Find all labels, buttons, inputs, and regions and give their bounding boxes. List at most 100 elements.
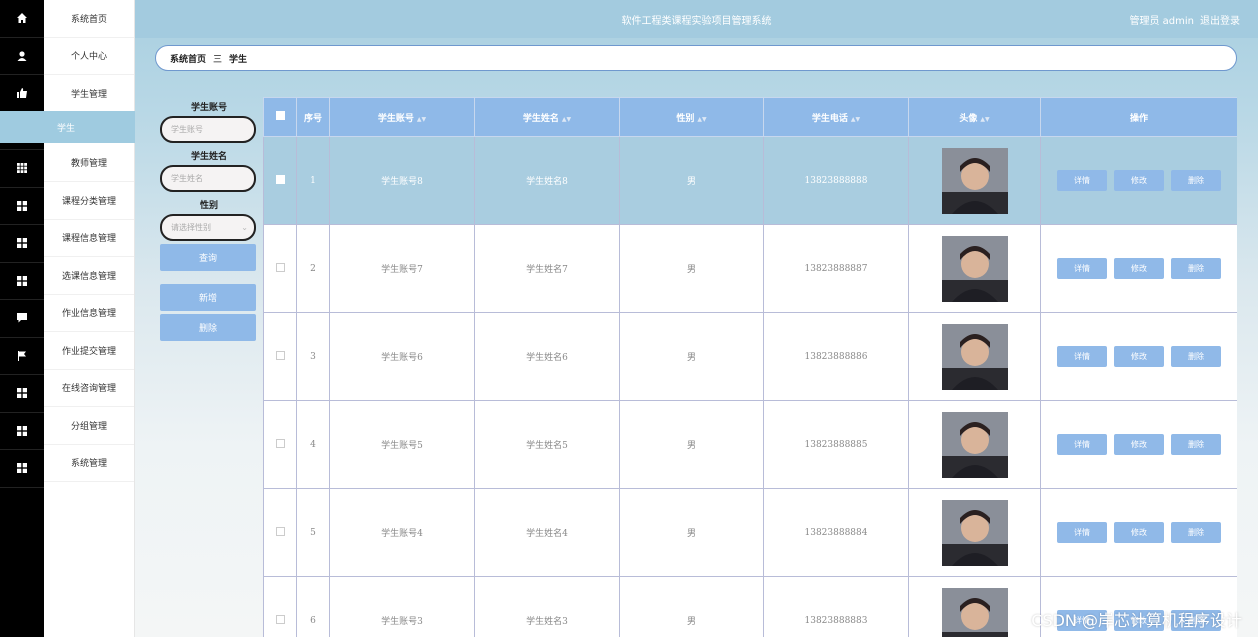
sidebar-item-home[interactable]: 系统首页 [44, 0, 134, 38]
row-delete-button[interactable]: 删除 [1171, 522, 1221, 543]
detail-button[interactable]: 详情 [1057, 346, 1107, 367]
header-phone[interactable]: 学生电话 ▲▼ [763, 97, 909, 137]
apps-icon[interactable] [0, 263, 44, 300]
gender-filter-select[interactable]: 请选择性别 ⌄ [160, 214, 256, 241]
sidebar-item-course-selection[interactable]: 选课信息管理 [44, 257, 134, 295]
table-body: 1 学生账号8 学生姓名8 男 13823888888 详情 修改 删除 2 学… [263, 136, 1237, 637]
add-button[interactable]: 新增 [160, 284, 256, 311]
delete-button[interactable]: 删除 [160, 314, 256, 341]
header-account-label: 学生账号 [377, 113, 414, 124]
row-checkbox[interactable] [275, 526, 285, 536]
apps-icon[interactable] [0, 450, 44, 488]
breadcrumb-separator: 三 [213, 54, 223, 65]
app-title: 软件工程类课程实验项目管理系统 [621, 15, 772, 27]
row-checkbox[interactable] [275, 262, 285, 272]
header-index: 序号 [296, 97, 330, 137]
table-row[interactable]: 4 学生账号5 学生姓名5 男 13823888885 详情 修改 删除 [263, 400, 1237, 489]
apps-icon[interactable] [0, 413, 44, 450]
home-icon[interactable] [0, 0, 44, 38]
sidebar-item-groups[interactable]: 分组管理 [44, 407, 134, 445]
sidebar-item-consultation[interactable]: 在线咨询管理 [44, 370, 134, 407]
sidebar-item-profile[interactable]: 个人中心 [44, 38, 134, 75]
sidebar-item-course-info[interactable]: 课程信息管理 [44, 220, 134, 257]
sidebar-item-system[interactable]: 系统管理 [44, 445, 134, 482]
row-checkbox[interactable] [275, 174, 285, 184]
row-checkbox[interactable] [275, 350, 285, 360]
apps-icon[interactable] [0, 375, 44, 413]
detail-button[interactable]: 详情 [1057, 258, 1107, 279]
row-delete-button[interactable]: 删除 [1171, 170, 1221, 191]
sort-icon[interactable]: ▲▼ [980, 116, 989, 123]
edit-button[interactable]: 修改 [1114, 258, 1164, 279]
header-name[interactable]: 学生姓名 ▲▼ [474, 97, 620, 137]
name-filter-input[interactable]: 学生姓名 [160, 165, 256, 192]
flag-icon[interactable] [0, 338, 44, 375]
sidebar-item-assignments[interactable]: 作业信息管理 [44, 295, 134, 332]
avatar-image [941, 411, 1008, 478]
row-select-cell [263, 136, 297, 225]
row-checkbox[interactable] [275, 614, 285, 624]
row-gender: 男 [619, 224, 764, 313]
edit-button[interactable]: 修改 [1114, 170, 1164, 191]
table-row[interactable]: 1 学生账号8 学生姓名8 男 13823888888 详情 修改 删除 [263, 136, 1237, 225]
thumbs-up-icon[interactable] [0, 75, 44, 113]
edit-button[interactable]: 修改 [1114, 346, 1164, 367]
table-row[interactable]: 5 学生账号4 学生姓名4 男 13823888884 详情 修改 删除 [263, 488, 1237, 577]
header-actions: 操作 [1040, 97, 1237, 137]
row-index: 6 [296, 576, 330, 637]
row-avatar-cell [908, 224, 1041, 313]
row-avatar-cell [908, 312, 1041, 401]
account-filter-input[interactable]: 学生账号 [160, 116, 256, 143]
sidebar-item-teachers[interactable]: 教师管理 [44, 145, 134, 182]
edit-button[interactable]: 修改 [1114, 434, 1164, 455]
student-table: 序号 学生账号 ▲▼ 学生姓名 ▲▼ 性别 ▲▼ 学生电话 ▲▼ 头像 ▲▼ 操作 1 学… [263, 97, 1237, 637]
row-select-cell [263, 400, 297, 489]
chevron-down-icon: ⌄ [241, 223, 248, 232]
sidebar-item-submissions[interactable]: 作业提交管理 [44, 332, 134, 370]
chat-icon[interactable] [0, 300, 44, 338]
sort-icon[interactable]: ▲▼ [562, 116, 571, 123]
detail-button[interactable]: 详情 [1057, 434, 1107, 455]
apps-icon[interactable] [0, 225, 44, 263]
sidebar-item-course-categories[interactable]: 课程分类管理 [44, 182, 134, 220]
header-gender[interactable]: 性别 ▲▼ [619, 97, 764, 137]
header-gender-label: 性别 [676, 113, 695, 124]
table-header-row: 序号 学生账号 ▲▼ 学生姓名 ▲▼ 性别 ▲▼ 学生电话 ▲▼ 头像 ▲▼ 操作 [263, 97, 1237, 137]
header-avatar[interactable]: 头像 ▲▼ [908, 97, 1041, 137]
table-row[interactable]: 3 学生账号6 学生姓名6 男 13823888886 详情 修改 删除 [263, 312, 1237, 401]
sidebar-menu: 系统首页 个人中心 学生管理 教师管理 课程分类管理 课程信息管理 选课信息管理… [44, 0, 135, 637]
grid-icon[interactable] [0, 150, 44, 188]
sort-icon[interactable]: ▲▼ [417, 116, 426, 123]
row-gender: 男 [619, 576, 764, 637]
detail-button[interactable]: 详情 [1057, 522, 1107, 543]
sidebar-item-students[interactable]: 学生管理 [44, 75, 134, 113]
row-name: 学生姓名7 [474, 224, 620, 313]
user-icon[interactable] [0, 38, 44, 75]
header-phone-label: 学生电话 [811, 113, 848, 124]
sidebar-subitem-student[interactable]: 学生 [0, 111, 135, 143]
watermark: CSDN @岸芯计算机程序设计 [1031, 611, 1242, 630]
header-avatar-label: 头像 [959, 113, 978, 124]
header-name-label: 学生姓名 [522, 113, 559, 124]
top-bar: 软件工程类课程实验项目管理系统 [135, 0, 1258, 38]
header-account[interactable]: 学生账号 ▲▼ [329, 97, 475, 137]
search-button[interactable]: 查询 [160, 244, 256, 271]
row-checkbox[interactable] [275, 438, 285, 448]
edit-button[interactable]: 修改 [1114, 522, 1164, 543]
avatar-image [941, 587, 1008, 637]
sort-icon[interactable]: ▲▼ [851, 116, 860, 123]
sort-icon[interactable]: ▲▼ [697, 116, 706, 123]
row-delete-button[interactable]: 删除 [1171, 258, 1221, 279]
row-account: 学生账号6 [329, 312, 475, 401]
apps-icon[interactable] [0, 188, 44, 225]
row-index: 2 [296, 224, 330, 313]
row-gender: 男 [619, 400, 764, 489]
detail-button[interactable]: 详情 [1057, 170, 1107, 191]
breadcrumb-home[interactable]: 系统首页 [170, 52, 206, 65]
row-delete-button[interactable]: 删除 [1171, 434, 1221, 455]
row-phone: 13823888886 [763, 312, 909, 401]
select-all-checkbox[interactable] [275, 111, 285, 120]
logout-link[interactable]: 退出登录 [1200, 12, 1240, 27]
table-row[interactable]: 2 学生账号7 学生姓名7 男 13823888887 详情 修改 删除 [263, 224, 1237, 313]
row-delete-button[interactable]: 删除 [1171, 346, 1221, 367]
